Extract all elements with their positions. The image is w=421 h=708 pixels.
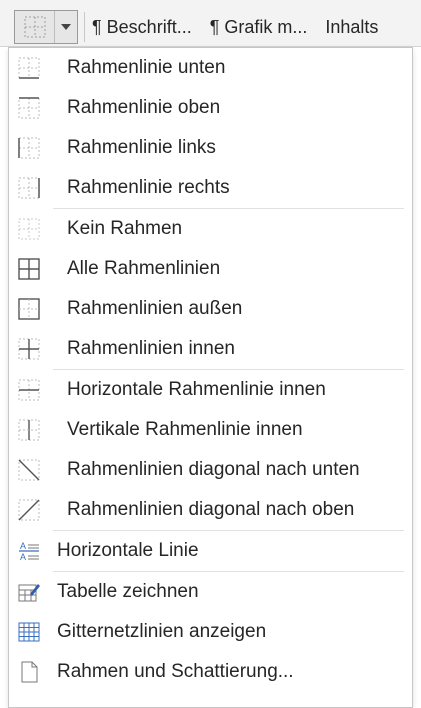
menu-item-label: Rahmenlinie oben xyxy=(67,97,221,118)
style-inhalt[interactable]: Inhalts xyxy=(325,14,378,40)
menu-item-inside-borders[interactable]: Rahmenlinien innen xyxy=(9,329,412,369)
diagonal-down-border-icon xyxy=(9,459,49,481)
borders-and-shading-icon xyxy=(9,661,49,683)
svg-text:A: A xyxy=(20,541,26,551)
menu-item-label: Horizontale Linie xyxy=(57,540,199,561)
menu-item-view-gridlines[interactable]: Gitternetzlinien anzeigen xyxy=(9,612,412,652)
borders-dropdown-menu: Rahmenlinie unten Rahmenlinie oben Rahme… xyxy=(8,47,413,708)
border-right-icon xyxy=(9,177,49,199)
menu-item-label: Tabelle zeichnen xyxy=(57,581,199,602)
borders-split-button[interactable] xyxy=(14,10,78,44)
menu-item-border-right[interactable]: Rahmenlinie rechts xyxy=(9,168,412,208)
borders-dropdown-arrow[interactable] xyxy=(54,11,77,43)
ribbon-divider xyxy=(84,12,85,42)
menu-item-all-borders[interactable]: Alle Rahmenlinien xyxy=(9,249,412,289)
diagonal-up-border-icon xyxy=(9,499,49,521)
menu-item-borders-shading[interactable]: Rahmen und Schattierung... xyxy=(9,652,412,692)
menu-item-label: Rahmen und Schattierung... xyxy=(57,661,294,682)
menu-item-border-left[interactable]: Rahmenlinie links xyxy=(9,128,412,168)
menu-item-horizontal-line[interactable]: A A Horizontale Linie xyxy=(9,531,412,571)
menu-item-label: Horizontale Rahmenlinie innen xyxy=(67,379,326,400)
inside-borders-icon xyxy=(9,338,49,360)
menu-item-label: Vertikale Rahmenlinie innen xyxy=(67,419,303,440)
svg-text:A: A xyxy=(20,552,26,562)
menu-item-border-bottom[interactable]: Rahmenlinie unten xyxy=(9,48,412,88)
horizontal-line-icon: A A xyxy=(9,540,49,562)
menu-item-diagonal-up[interactable]: Rahmenlinien diagonal nach oben xyxy=(9,490,412,530)
menu-item-label: Rahmenlinie links xyxy=(67,137,216,158)
menu-item-label: Kein Rahmen xyxy=(67,218,183,239)
no-border-icon xyxy=(9,218,49,240)
menu-item-draw-table[interactable]: Tabelle zeichnen xyxy=(9,572,412,612)
menu-item-no-border[interactable]: Kein Rahmen xyxy=(9,209,412,249)
menu-item-label: Gitternetzlinien anzeigen xyxy=(57,621,267,642)
outside-borders-icon xyxy=(9,298,49,320)
border-bottom-icon xyxy=(9,57,49,79)
style-gallery: ¶ Beschrift... ¶ Grafik m... Inhalts xyxy=(92,14,421,40)
menu-item-label: Alle Rahmenlinien xyxy=(67,258,221,279)
menu-item-inside-vertical[interactable]: Vertikale Rahmenlinie innen xyxy=(9,410,412,450)
draw-table-icon xyxy=(9,581,49,603)
menu-item-label: Rahmenlinie rechts xyxy=(67,177,230,198)
border-top-icon xyxy=(9,97,49,119)
menu-item-label: Rahmenlinien außen xyxy=(67,298,243,319)
borders-icon xyxy=(24,16,46,38)
menu-item-border-top[interactable]: Rahmenlinie oben xyxy=(9,88,412,128)
menu-item-label: Rahmenlinien diagonal nach oben xyxy=(67,499,355,520)
menu-item-label: Rahmenlinie unten xyxy=(67,57,226,78)
border-left-icon xyxy=(9,137,49,159)
style-beschriftung[interactable]: ¶ Beschrift... xyxy=(92,14,192,40)
menu-item-label: Rahmenlinien innen xyxy=(67,338,235,359)
menu-item-outside-borders[interactable]: Rahmenlinien außen xyxy=(9,289,412,329)
borders-button[interactable] xyxy=(15,11,54,43)
inside-vertical-border-icon xyxy=(9,419,49,441)
menu-item-diagonal-down[interactable]: Rahmenlinien diagonal nach unten xyxy=(9,450,412,490)
view-gridlines-icon xyxy=(9,621,49,643)
style-grafik[interactable]: ¶ Grafik m... xyxy=(210,14,308,40)
chevron-down-icon xyxy=(61,24,72,30)
menu-item-label: Rahmenlinien diagonal nach unten xyxy=(67,459,360,480)
inside-horizontal-border-icon xyxy=(9,379,49,401)
ribbon: ¶ Beschrift... ¶ Grafik m... Inhalts xyxy=(0,0,421,47)
menu-item-inside-horizontal[interactable]: Horizontale Rahmenlinie innen xyxy=(9,370,412,410)
all-borders-icon xyxy=(9,258,49,280)
